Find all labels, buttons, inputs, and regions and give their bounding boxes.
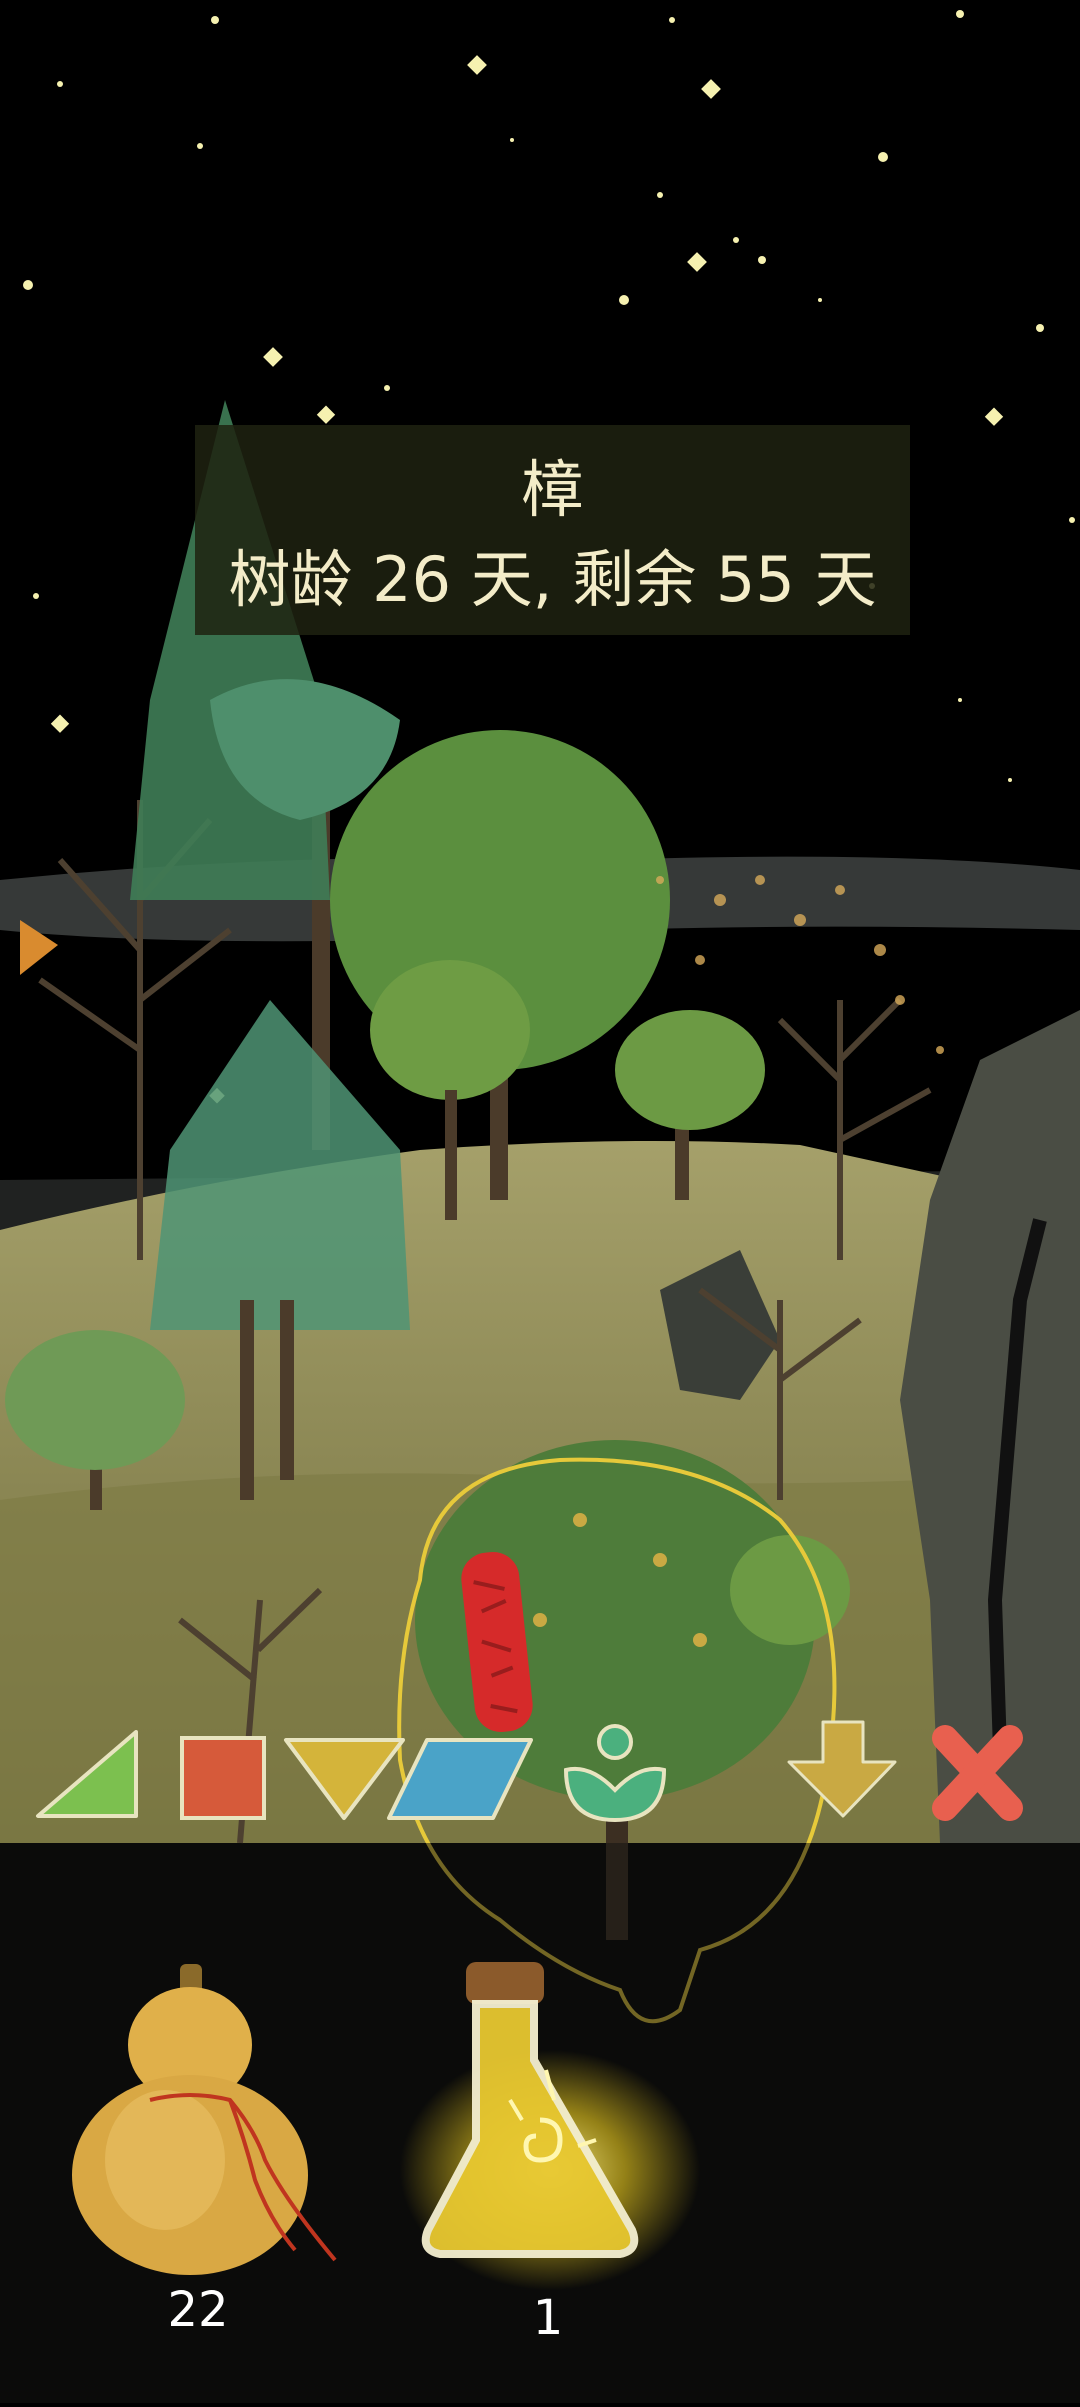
close-icon[interactable] [925, 1718, 1030, 1838]
tree-name: 樟 [521, 453, 584, 526]
red-square-icon[interactable] [178, 1718, 268, 1838]
down-arrow-icon[interactable] [785, 1718, 900, 1838]
tree-age-text: 树龄 26 天, 剩余 55 天 [228, 543, 877, 616]
gourd-icon[interactable] [55, 1960, 355, 2280]
green-triangle-icon[interactable] [30, 1718, 145, 1838]
gourd-count: 22 [167, 2282, 229, 2338]
potion-bottle-icon[interactable] [400, 1950, 710, 2290]
potion-count: 1 [532, 2290, 564, 2346]
tool-bar [0, 1718, 1080, 1838]
sprout-icon[interactable] [560, 1718, 670, 1838]
blue-parallelogram-icon[interactable] [385, 1718, 535, 1838]
tree-info-panel: 樟 树龄 26 天, 剩余 55 天 [195, 425, 910, 635]
